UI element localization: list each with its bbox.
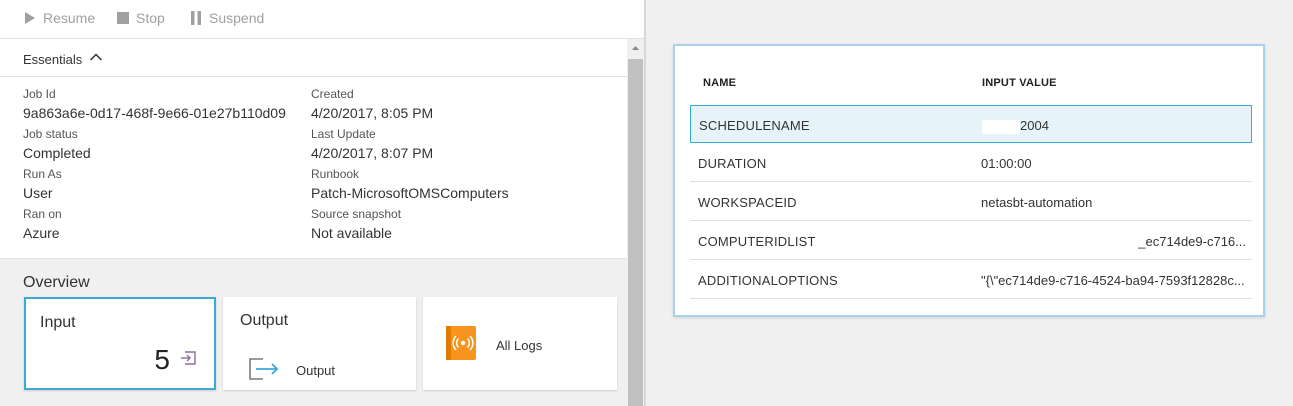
job-id-field: Job Id 9a863a6e-0d17-468f-9e66-01e27b110… — [23, 87, 286, 122]
param-name: COMPUTERIDLIST — [698, 234, 816, 249]
run-as-field: Run As User — [23, 167, 62, 202]
table-row[interactable]: COMPUTERIDLIST _ec714de9-c716... — [690, 222, 1252, 260]
ran-on-field: Ran on Azure — [23, 207, 62, 242]
command-bar: Resume Stop Suspend — [0, 0, 644, 39]
input-tile-title: Input — [40, 314, 76, 331]
resume-button[interactable]: Resume — [24, 10, 95, 26]
param-value: netasbt-automation — [981, 195, 1093, 210]
field-value[interactable]: Patch-MicrosoftOMSComputers — [311, 184, 509, 202]
logs-book-icon — [446, 326, 476, 360]
scroll-up-arrow-icon[interactable] — [627, 41, 644, 55]
overview-section: Overview Input 5 Output Output All Logs — [0, 259, 627, 406]
field-label: Ran on — [23, 207, 62, 221]
input-count: 5 — [154, 344, 170, 375]
last-update-field: Last Update 4/20/2017, 8:07 PM — [311, 127, 433, 162]
pause-icon — [191, 11, 201, 25]
field-value: 4/20/2017, 8:07 PM — [311, 145, 434, 161]
play-icon — [25, 12, 35, 24]
table-row[interactable]: ADDITIONALOPTIONS "{\"ec714de9-c716-4524… — [690, 261, 1252, 299]
param-name: ADDITIONALOPTIONS — [698, 273, 838, 288]
redacted-block — [982, 119, 1020, 134]
stop-button[interactable]: Stop — [117, 10, 165, 26]
param-value: 01:00:00 — [981, 156, 1032, 171]
output-icon — [249, 358, 279, 380]
source-snapshot-field: Source snapshot Not available — [311, 207, 401, 242]
field-label: Run As — [23, 167, 62, 181]
essentials-title: Essentials — [23, 52, 83, 67]
created-field: Created 4/20/2017, 8:05 PM — [311, 87, 433, 122]
param-value: _ec714de9-c716... — [1138, 234, 1246, 249]
suspend-label: Suspend — [209, 10, 265, 26]
all-logs-tile[interactable]: All Logs — [423, 297, 617, 390]
param-name: SCHEDULENAME — [699, 118, 810, 133]
scrollbar-thumb[interactable] — [628, 59, 643, 406]
output-tile[interactable]: Output Output — [223, 297, 416, 390]
field-value: Completed — [23, 145, 91, 161]
field-value: Not available — [311, 225, 392, 241]
resume-label: Resume — [43, 10, 96, 26]
input-parameters-pane: NAME INPUT VALUE SCHEDULENAME 2004 DURAT… — [646, 0, 1293, 406]
runbook-field: Runbook Patch-MicrosoftOMSComputers — [311, 167, 509, 202]
input-tile[interactable]: Input 5 — [24, 297, 216, 390]
param-value: "{\"ec714de9-c716-4524-ba94-7593f12828c.… — [981, 273, 1245, 288]
vertical-scrollbar[interactable] — [627, 39, 644, 406]
field-label: Created — [311, 87, 354, 101]
output-tile-title: Output — [240, 312, 289, 329]
field-label: Job status — [23, 127, 78, 141]
job-status-field: Job status Completed — [23, 127, 91, 162]
field-label: Last Update — [311, 127, 376, 141]
stop-label: Stop — [136, 10, 165, 26]
field-label: Job Id — [23, 87, 56, 101]
param-value-text: 2004 — [1020, 118, 1049, 133]
input-parameters-table: NAME INPUT VALUE SCHEDULENAME 2004 DURAT… — [673, 44, 1265, 317]
param-name: DURATION — [698, 156, 767, 171]
table-row[interactable]: SCHEDULENAME 2004 — [690, 105, 1252, 143]
overview-title: Overview — [23, 274, 90, 291]
table-row[interactable]: DURATION 01:00:00 — [690, 144, 1252, 182]
stop-icon — [117, 12, 129, 24]
field-value: User — [23, 185, 53, 201]
field-value: 4/20/2017, 8:05 PM — [311, 105, 434, 121]
field-label: Source snapshot — [311, 207, 402, 221]
job-blade: Resume Stop Suspend Essentials Job Id 9a… — [0, 0, 644, 406]
field-value: 9a863a6e-0d17-468f-9e66-01e27b110d09 — [23, 105, 286, 121]
param-name: WORKSPACEID — [698, 195, 797, 210]
output-link-label: Output — [296, 363, 336, 378]
field-value: Azure — [23, 225, 60, 241]
column-header-input-value: INPUT VALUE — [982, 77, 1057, 89]
chevron-up-icon — [89, 53, 103, 61]
suspend-button[interactable]: Suspend — [190, 10, 264, 26]
essentials-toggle[interactable]: Essentials — [0, 39, 627, 77]
input-icon — [181, 351, 196, 365]
column-header-name: NAME — [703, 77, 737, 89]
table-row[interactable]: WORKSPACEID netasbt-automation — [690, 183, 1252, 221]
all-logs-label: All Logs — [496, 338, 543, 353]
field-label: Runbook — [311, 167, 360, 181]
param-value: 2004 — [982, 118, 1247, 134]
